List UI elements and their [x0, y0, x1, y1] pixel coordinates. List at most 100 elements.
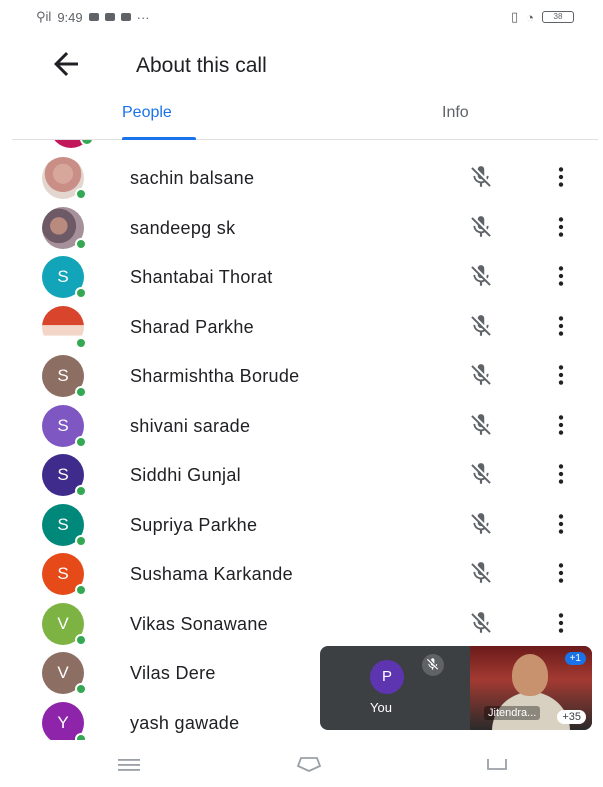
avatar: S [42, 256, 87, 299]
participant-name: Siddhi Gunjal [130, 465, 241, 485]
notification-icon [120, 13, 131, 21]
more-vert-icon[interactable] [554, 263, 568, 289]
presence-indicator [75, 485, 87, 497]
avatar: Y [42, 701, 87, 740]
mic-off-icon [468, 263, 494, 289]
participant-row[interactable]: S shivani sarade [12, 402, 598, 452]
participant-row[interactable]: Sharad Parkhe [12, 303, 598, 353]
mic-off-icon [468, 461, 494, 487]
video-badge: +1 [564, 652, 586, 665]
home-icon[interactable] [292, 754, 326, 774]
mic-off-icon [468, 610, 494, 636]
avatar: S [42, 355, 87, 398]
participant-name: shivani sarade [130, 415, 251, 436]
mic-off-icon [422, 654, 444, 676]
participant-name: Supriya Parkhe [130, 514, 258, 535]
mic-off-icon [468, 164, 494, 190]
more-vert-icon[interactable] [554, 610, 568, 636]
menu-icon[interactable] [112, 754, 146, 774]
participant-name: Shantabai Thorat [130, 267, 273, 287]
participant-row[interactable]: V Vikas Sonawane [12, 600, 598, 650]
wifi-icon: ◔ [526, 9, 534, 25]
participant-name: sachin balsane [130, 168, 255, 188]
presence-indicator [75, 188, 87, 200]
participant-name: Sharmishtha Borude [130, 366, 300, 386]
tab-info[interactable]: Info [442, 104, 469, 140]
self-label: You [370, 700, 392, 715]
speaker-figure [512, 654, 548, 696]
participant-row[interactable]: S Sushama Karkande [12, 550, 598, 600]
speaker-name: Jitendra... [484, 706, 541, 720]
back-arrow-icon[interactable] [48, 46, 84, 82]
tab-info-label: Info [442, 104, 469, 121]
status-time: 9:49 [57, 9, 83, 25]
participant-name: sandeepg sk [130, 217, 236, 238]
more-vert-icon[interactable] [554, 461, 568, 487]
mic-off-icon [468, 412, 494, 438]
presence-indicator [75, 683, 87, 695]
battery-icon: 38 [542, 11, 574, 23]
presence-indicator [75, 732, 87, 740]
mic-off-icon [468, 511, 494, 537]
more-vert-icon[interactable] [554, 412, 568, 438]
system-nav-bar [12, 742, 598, 787]
tab-bar: People Info [12, 94, 598, 140]
participant-row[interactable]: S Siddhi Gunjal [12, 451, 598, 501]
more-vert-icon[interactable] [554, 214, 568, 240]
participant-name: yash gawade [130, 712, 240, 733]
screen: ⚲il 9:49 ··· ▯ ◔ 38 About this call Peop… [12, 0, 598, 787]
presence-indicator [75, 237, 87, 250]
participant-row[interactable]: sandeepg sk [12, 204, 598, 254]
back-icon[interactable] [480, 754, 514, 774]
more-vert-icon[interactable] [554, 560, 568, 586]
self-avatar: P [370, 660, 404, 694]
avatar [50, 140, 94, 148]
more-vert-icon[interactable] [554, 313, 568, 339]
mic-off-icon [468, 214, 494, 240]
more-vert-icon[interactable] [554, 511, 568, 537]
app-bar: About this call [12, 34, 598, 94]
participant-name: Vilas Dere [130, 663, 216, 683]
mic-off-icon [468, 560, 494, 586]
mic-off-icon [468, 362, 494, 388]
participant-name: Sharad Parkhe [130, 316, 254, 337]
notification-icon [104, 13, 115, 21]
presence-indicator [75, 336, 87, 349]
tab-people[interactable]: People [122, 104, 196, 140]
presence-indicator [75, 287, 87, 299]
presence-indicator [75, 534, 87, 547]
participant-row[interactable]: S Supriya Parkhe [12, 501, 598, 551]
page-title: About this call [136, 54, 267, 77]
self-preview-panel[interactable]: P You +1 Jitendra... +35 [320, 646, 592, 730]
avatar: S [42, 553, 87, 596]
speaker-video-tile[interactable]: +1 Jitendra... +35 [470, 646, 592, 730]
avatar: V [42, 652, 87, 695]
signal-icon: ⚲il [36, 9, 52, 24]
presence-indicator [75, 386, 87, 398]
vibrate-icon: ▯ [510, 9, 519, 24]
participant-row[interactable]: S Sharmishtha Borude [12, 352, 598, 402]
presence-indicator [75, 584, 87, 596]
avatar: V [42, 602, 87, 646]
avatar: S [42, 404, 87, 448]
participant-row[interactable]: S Shantabai Thorat [12, 253, 598, 303]
more-notifications: ··· [136, 9, 150, 25]
status-bar: ⚲il 9:49 ··· ▯ ◔ 38 [12, 0, 598, 34]
more-vert-icon[interactable] [554, 164, 568, 190]
more-vert-icon[interactable] [554, 362, 568, 388]
notification-icon [88, 13, 99, 21]
avatar: S [42, 454, 87, 497]
presence-indicator [75, 633, 87, 646]
mic-off-icon [468, 313, 494, 339]
avatar: S [42, 503, 87, 547]
presence-indicator [75, 435, 87, 448]
avatar [42, 157, 87, 200]
status-bar-right: ▯ ◔ 38 [511, 9, 574, 25]
participant-name: Vikas Sonawane [130, 613, 268, 634]
avatar [42, 305, 87, 349]
participant-count-badge[interactable]: +35 [557, 710, 586, 724]
participant-row[interactable]: sachin balsane [12, 154, 598, 204]
avatar [42, 206, 87, 250]
participant-name: Sushama Karkande [130, 564, 293, 584]
tab-people-label: People [122, 104, 172, 121]
